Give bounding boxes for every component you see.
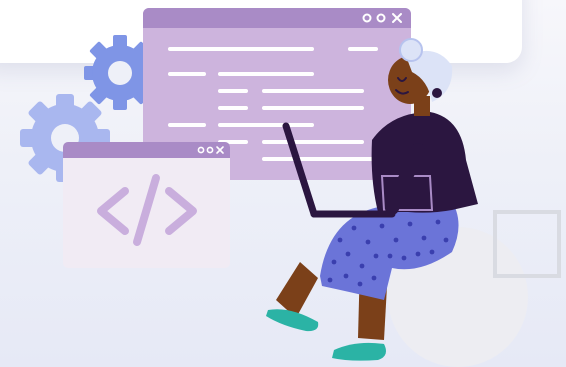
illustration-canvas bbox=[0, 0, 566, 367]
shoe bbox=[266, 309, 319, 332]
hair-bun bbox=[399, 38, 423, 62]
small-code-window bbox=[63, 142, 230, 268]
earring bbox=[432, 88, 442, 98]
shoe bbox=[332, 342, 386, 361]
developer-illustration bbox=[20, 8, 561, 367]
